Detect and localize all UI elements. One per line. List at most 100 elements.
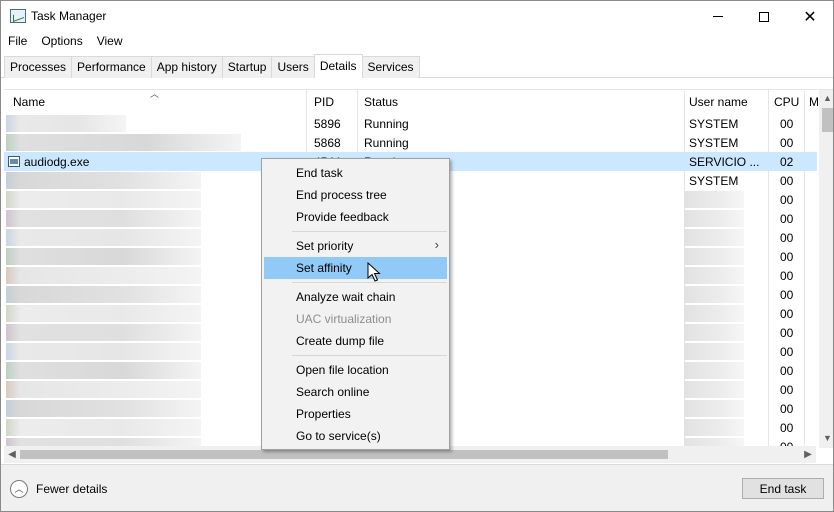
context-menu-item-end-process-tree[interactable]: End process tree xyxy=(264,184,447,206)
cell-cpu: 00 xyxy=(780,326,794,340)
column-header-name[interactable]: Name xyxy=(7,90,307,114)
redacted-user-name xyxy=(684,191,744,208)
redacted-user-name xyxy=(684,381,744,398)
cell-cpu: 00 xyxy=(780,250,794,264)
tab-users[interactable]: Users xyxy=(271,56,315,78)
close-button[interactable]: ✕ xyxy=(787,1,833,32)
context-menu-label: Go to service(s) xyxy=(296,429,381,443)
column-header-status[interactable]: Status xyxy=(358,90,684,114)
context-menu-label: Provide feedback xyxy=(296,210,389,224)
redacted-user-name xyxy=(684,267,744,284)
mouse-cursor-icon xyxy=(367,262,381,282)
context-menu-label: Set priority xyxy=(296,239,354,253)
table-row[interactable]: 5896 Running SYSTEM 00 xyxy=(4,114,817,133)
scroll-left-icon[interactable]: ◀ xyxy=(4,446,20,463)
context-menu-item-analyze-wait-chain[interactable]: Analyze wait chain xyxy=(264,286,447,308)
context-menu-item-end-task[interactable]: End task xyxy=(264,162,447,184)
end-task-button[interactable]: End task xyxy=(742,478,824,499)
tab-details[interactable]: Details xyxy=(313,54,363,78)
vertical-scroll-thumb[interactable] xyxy=(822,108,833,132)
cell-status: Running xyxy=(364,136,409,150)
context-menu-label: End task xyxy=(296,166,343,180)
cell-cpu: 00 xyxy=(780,174,794,188)
redacted-user-name xyxy=(684,343,744,360)
cell-cpu: 00 xyxy=(780,421,794,435)
vertical-scrollbar[interactable]: ▲ ▼ xyxy=(819,90,833,448)
tab-processes[interactable]: Processes xyxy=(4,56,73,78)
column-header-pid[interactable]: PID xyxy=(308,90,358,114)
tab-app-history[interactable]: App history xyxy=(150,56,223,78)
scroll-down-icon[interactable]: ▼ xyxy=(819,430,833,446)
cell-cpu: 00 xyxy=(780,231,794,245)
cell-cpu: 02 xyxy=(780,155,794,169)
cell-cpu: 00 xyxy=(780,269,794,283)
redacted-process-name xyxy=(6,400,201,417)
menu-options[interactable]: Options xyxy=(34,32,89,52)
redacted-process-name xyxy=(6,210,201,227)
context-menu-label: UAC virtualization xyxy=(296,312,392,326)
context-menu-item-go-to-service-s[interactable]: Go to service(s) xyxy=(264,425,447,447)
cell-cpu: 00 xyxy=(780,383,794,397)
redacted-process-name xyxy=(6,305,201,322)
cell-pid: 5868 xyxy=(314,136,341,150)
fewer-details-link[interactable]: Fewer details xyxy=(36,482,107,496)
redacted-process-name xyxy=(6,381,201,398)
maximize-button[interactable] xyxy=(741,1,787,32)
title-bar[interactable]: Task Manager ✕ xyxy=(1,1,833,32)
menu-separator xyxy=(292,282,447,283)
redacted-user-name xyxy=(684,305,744,322)
context-menu-item-set-affinity[interactable]: Set affinity xyxy=(264,257,447,279)
context-menu-item-create-dump-file[interactable]: Create dump file xyxy=(264,330,447,352)
context-menu-item-search-online[interactable]: Search online xyxy=(264,381,447,403)
minimize-icon xyxy=(713,16,723,17)
chevron-up-icon[interactable]: ︿ xyxy=(10,480,28,498)
footer-bar: ︿ Fewer details End task xyxy=(1,464,833,511)
redacted-user-name xyxy=(684,248,744,265)
column-header-user-name[interactable]: User name xyxy=(683,90,768,114)
redacted-process-name xyxy=(6,191,201,208)
redacted-process-name xyxy=(6,229,201,246)
context-menu-item-properties[interactable]: Properties xyxy=(264,403,447,425)
tab-startup[interactable]: Startup xyxy=(221,56,273,78)
redacted-user-name xyxy=(684,324,744,341)
redacted-user-name xyxy=(684,419,744,436)
window-title: Task Manager xyxy=(31,9,107,23)
context-menu-label: End process tree xyxy=(296,188,387,202)
redacted-user-name xyxy=(684,400,744,417)
maximize-icon xyxy=(759,11,769,22)
menu-bar: File Options View xyxy=(1,32,130,52)
redacted-process-name xyxy=(6,267,201,284)
cell-cpu: 00 xyxy=(780,364,794,378)
redacted-process-name xyxy=(6,286,201,303)
redacted-process-name xyxy=(6,419,201,436)
menu-file[interactable]: File xyxy=(1,32,34,52)
scroll-right-icon[interactable]: ▶ xyxy=(800,446,816,463)
context-menu-item-provide-feedback[interactable]: Provide feedback xyxy=(264,206,447,228)
context-menu-item-open-file-location[interactable]: Open file location xyxy=(264,359,447,381)
table-row[interactable]: 5868 Running SYSTEM 00 xyxy=(4,133,817,152)
cell-cpu: 00 xyxy=(780,212,794,226)
context-menu: End task End process tree Provide feedback… xyxy=(261,158,450,450)
task-manager-icon xyxy=(10,9,26,23)
tab-services[interactable]: Services xyxy=(361,56,420,78)
menu-view[interactable]: View xyxy=(90,32,130,52)
scroll-up-icon[interactable]: ▲ xyxy=(819,90,833,106)
tab-strip: Processes Performance App history Startu… xyxy=(4,54,420,78)
context-menu-label: Set affinity xyxy=(296,261,352,275)
redacted-process-name xyxy=(6,172,201,189)
menu-separator xyxy=(292,355,447,356)
column-header-cpu[interactable]: CPU xyxy=(768,90,804,114)
cell-process-name: audiodg.exe xyxy=(24,155,90,169)
cell-status: Running xyxy=(364,117,409,131)
column-header-memory[interactable]: M xyxy=(804,90,819,114)
context-menu-label: Search online xyxy=(296,385,370,399)
close-icon: ✕ xyxy=(803,8,817,26)
minimize-button[interactable] xyxy=(695,1,741,32)
horizontal-scroll-thumb[interactable] xyxy=(20,450,668,459)
cell-user-name: SYSTEM xyxy=(689,174,739,188)
redacted-user-name xyxy=(684,229,744,246)
tab-performance[interactable]: Performance xyxy=(71,56,152,78)
redacted-user-name xyxy=(684,286,744,303)
context-menu-item-set-priority[interactable]: Set priority › xyxy=(264,235,447,257)
context-menu-label: Create dump file xyxy=(296,334,385,348)
